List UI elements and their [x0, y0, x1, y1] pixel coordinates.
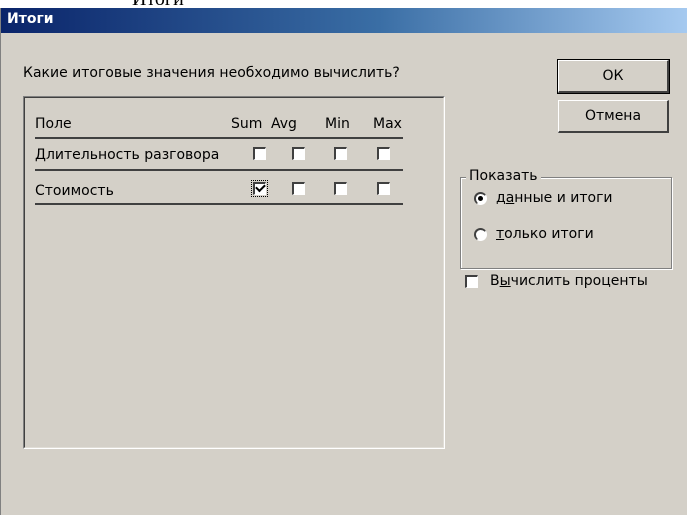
column-header-min: Min [325, 116, 350, 132]
column-header-avg: Avg [271, 116, 297, 132]
row-divider [35, 169, 403, 171]
radio-totals-only-label[interactable]: только итоги [496, 226, 594, 242]
row1-sum-checkbox[interactable] [253, 147, 266, 160]
title-bar[interactable]: Итоги [1, 8, 687, 33]
percent-checkbox-label[interactable]: Вычислить проценты [490, 273, 648, 289]
row2-max-checkbox[interactable] [377, 182, 390, 195]
row-field-name: Стоимость [35, 183, 114, 199]
row1-avg-checkbox[interactable] [292, 147, 305, 160]
column-header-sum: Sum [231, 116, 263, 132]
percent-checkbox[interactable] [465, 275, 478, 288]
row2-sum-checkbox[interactable] [251, 180, 268, 197]
row-field-name: Длительность разговора [35, 147, 220, 163]
row2-min-checkbox[interactable] [334, 182, 347, 195]
column-header-max: Max [373, 116, 402, 132]
totals-field-list: Поле Sum Avg Min Max Длительность разгов… [23, 96, 445, 449]
row2-avg-checkbox[interactable] [292, 182, 305, 195]
row1-min-checkbox[interactable] [334, 147, 347, 160]
row1-max-checkbox[interactable] [377, 147, 390, 160]
dialog-title: Итоги [7, 11, 54, 27]
show-group-label: Показать [466, 168, 541, 184]
ok-button[interactable]: ОК [557, 59, 670, 94]
column-header-field: Поле [35, 116, 72, 132]
radio-totals-only[interactable] [474, 228, 487, 241]
row-divider [35, 203, 403, 205]
header-divider [35, 137, 403, 139]
prompt-label: Какие итоговые значения необходимо вычис… [23, 65, 400, 81]
cancel-button[interactable]: Отмена [558, 100, 669, 133]
totals-dialog: Итоги Какие итоговые значения необходимо… [0, 8, 687, 515]
radio-data-and-totals[interactable] [474, 192, 487, 205]
radio-data-and-totals-label[interactable]: данные и итоги [496, 190, 613, 206]
